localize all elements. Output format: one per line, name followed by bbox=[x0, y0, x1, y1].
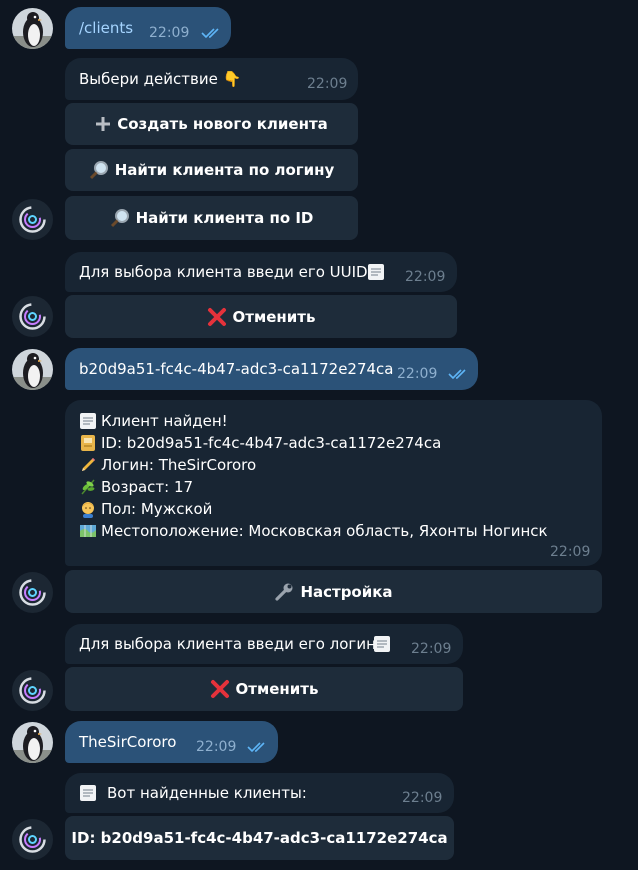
notepad-icon bbox=[79, 784, 97, 806]
bot-logo-avatar-icon bbox=[12, 572, 53, 613]
message-time: 22:09 bbox=[550, 544, 591, 560]
penguin-avatar-icon bbox=[12, 722, 53, 763]
client-age-line: Возраст: 17 bbox=[79, 476, 548, 498]
double-check-icon bbox=[201, 28, 219, 39]
bot-logo-avatar-icon bbox=[12, 819, 53, 860]
outgoing-message-login[interactable]: TheSirCororo 22:09 bbox=[65, 721, 278, 763]
pencil-icon bbox=[79, 456, 101, 474]
bot-avatar[interactable] bbox=[12, 572, 53, 613]
message-text: TheSirCororo bbox=[79, 733, 177, 751]
bot-logo-avatar-icon bbox=[12, 199, 53, 240]
client-location: Местоположение: Московская область, Яхон… bbox=[101, 522, 548, 540]
plus-icon bbox=[95, 116, 111, 132]
create-client-button[interactable]: Создать нового клиента bbox=[65, 103, 358, 145]
message-text: b20d9a51-fc4c-4b47-adc3-ca1172e274ca bbox=[79, 360, 394, 378]
bot-avatar[interactable] bbox=[12, 199, 53, 240]
incoming-message-client-found[interactable]: Клиент найден! ID: b20d9a51-fc4c-4b47-ad… bbox=[65, 400, 602, 566]
message-time: 22:09 bbox=[411, 641, 452, 657]
button-label: Отменить bbox=[232, 307, 316, 326]
incoming-message-enter-uuid[interactable]: Для выбора клиента введи его UUID 22:09 bbox=[65, 252, 457, 292]
red-cross-icon bbox=[210, 679, 230, 699]
button-label: Отменить bbox=[235, 680, 319, 698]
user-avatar[interactable] bbox=[12, 722, 53, 763]
message-time: 22:09 bbox=[307, 76, 348, 92]
message-text: Вот найденные клиенты: bbox=[107, 784, 307, 802]
user-avatar[interactable] bbox=[12, 349, 53, 390]
find-client-by-id-button[interactable]: Найти клиента по ID bbox=[65, 196, 358, 240]
settings-button[interactable]: Настройка bbox=[65, 570, 602, 613]
client-gender-line: Пол: Мужской bbox=[79, 498, 548, 520]
cancel-button[interactable]: Отменить bbox=[65, 295, 457, 338]
bot-logo-avatar-icon bbox=[12, 670, 53, 711]
bot-avatar[interactable] bbox=[12, 296, 53, 337]
client-id-line: ID: b20d9a51-fc4c-4b47-adc3-ca1172e274ca bbox=[79, 432, 548, 454]
message-text: Для выбора клиента введи его логин bbox=[79, 635, 376, 653]
bot-logo-avatar-icon bbox=[12, 296, 53, 337]
message-text: /clients bbox=[79, 19, 134, 37]
notepad-icon bbox=[367, 263, 385, 285]
herb-icon bbox=[79, 478, 101, 496]
button-label: Настройка bbox=[300, 582, 393, 601]
client-result-button[interactable]: ID: b20d9a51-fc4c-4b47-adc3-ca1172e274ca bbox=[65, 816, 454, 860]
client-id: ID: b20d9a51-fc4c-4b47-adc3-ca1172e274ca bbox=[101, 434, 442, 452]
find-client-by-login-button[interactable]: Найти клиента по логину bbox=[65, 149, 358, 191]
message-time: 22:09 bbox=[397, 366, 438, 382]
message-time: 22:09 bbox=[405, 269, 446, 285]
id-card-icon bbox=[79, 434, 101, 452]
message-text: Для выбора клиента введи его UUID bbox=[79, 263, 368, 281]
button-label: Найти клиента по ID bbox=[135, 209, 314, 227]
client-location-line: Местоположение: Московская область, Яхон… bbox=[79, 520, 548, 542]
penguin-avatar-icon bbox=[12, 8, 53, 49]
outgoing-message-uuid[interactable]: b20d9a51-fc4c-4b47-adc3-ca1172e274ca 22:… bbox=[65, 348, 478, 390]
button-label: Найти клиента по логину bbox=[114, 161, 335, 179]
client-login-line: Логин: TheSirCororo bbox=[79, 454, 548, 476]
person-icon bbox=[79, 500, 101, 518]
notepad-icon bbox=[79, 412, 101, 430]
message-text: Выбери действие 👇 bbox=[79, 70, 242, 88]
message-time: 22:09 bbox=[149, 25, 190, 41]
red-cross-icon bbox=[207, 307, 227, 327]
client-login: Логин: TheSirCororo bbox=[101, 456, 257, 474]
bot-avatar[interactable] bbox=[12, 819, 53, 860]
map-icon bbox=[79, 522, 101, 540]
bot-avatar[interactable] bbox=[12, 670, 53, 711]
incoming-message-enter-login[interactable]: Для выбора клиента введи его логин 22:09 bbox=[65, 624, 463, 664]
client-age: Возраст: 17 bbox=[101, 478, 194, 496]
client-found-title-line: Клиент найден! bbox=[79, 410, 548, 432]
double-check-icon bbox=[247, 742, 265, 753]
magnifier-icon bbox=[89, 160, 109, 180]
outgoing-message-clients[interactable]: /clients 22:09 bbox=[65, 7, 231, 49]
incoming-message-found-clients[interactable]: Вот найденные клиенты: 22:09 bbox=[65, 773, 454, 813]
incoming-message-choose-action[interactable]: Выбери действие 👇 22:09 bbox=[65, 58, 358, 100]
wrench-icon bbox=[274, 582, 294, 602]
client-found-title: Клиент найден! bbox=[101, 412, 228, 430]
client-gender: Пол: Мужской bbox=[101, 500, 213, 518]
double-check-icon bbox=[448, 369, 466, 380]
user-avatar[interactable] bbox=[12, 8, 53, 49]
magnifier-icon bbox=[110, 208, 130, 228]
notepad-icon bbox=[373, 635, 391, 657]
button-label: Создать нового клиента bbox=[117, 115, 328, 133]
message-time: 22:09 bbox=[196, 739, 237, 755]
penguin-avatar-icon bbox=[12, 349, 53, 390]
message-time: 22:09 bbox=[402, 790, 443, 806]
button-label: ID: b20d9a51-fc4c-4b47-adc3-ca1172e274ca bbox=[71, 829, 448, 847]
cancel-button[interactable]: Отменить bbox=[65, 667, 463, 711]
